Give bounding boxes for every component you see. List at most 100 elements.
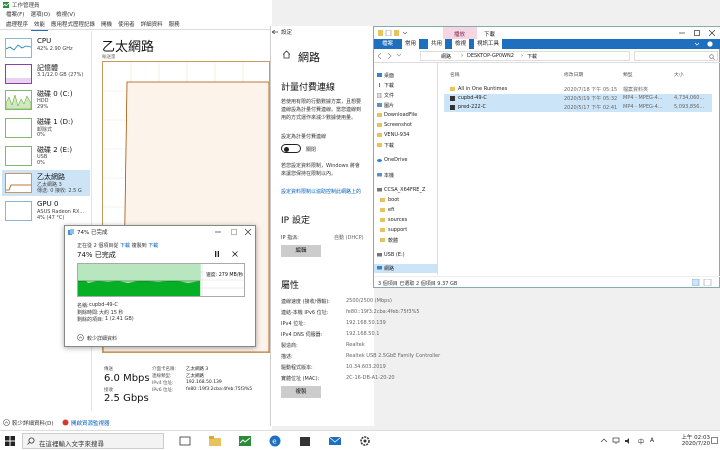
maximize-icon[interactable] — [694, 30, 700, 36]
settings-gear-icon[interactable] — [358, 434, 372, 448]
data-limit-link[interactable]: 設定資料限制以協助控制此網路上的 — [281, 188, 361, 195]
copy-properties-button[interactable]: 複製 — [281, 386, 321, 398]
metered-toggle[interactable] — [281, 144, 301, 153]
tab-users[interactable]: 使用者 — [115, 20, 138, 30]
ribbon-tab-video-tools[interactable]: 視訊工具 — [474, 39, 503, 49]
nav-item-sources[interactable]: sources — [388, 217, 407, 223]
nav-item-support[interactable]: support — [388, 227, 407, 233]
search-box[interactable] — [634, 51, 718, 61]
file-row[interactable]: All in One Runtimes 2020/7/18 下午 05:15 檔… — [444, 85, 712, 94]
nav-item-software[interactable]: 軟體 — [388, 237, 398, 244]
network-tray-icon[interactable] — [612, 437, 620, 445]
pause-icon[interactable] — [213, 250, 221, 258]
home-icon[interactable] — [282, 50, 291, 59]
breadcrumb-computer[interactable]: DESKTOP-GP0WN2 — [467, 53, 514, 59]
ribbon-tab-home[interactable]: 常用 — [402, 39, 420, 49]
file-size: 5,093,856... — [674, 104, 705, 110]
chevron-down-icon[interactable] — [694, 41, 700, 47]
edit-ip-button[interactable]: 編輯 — [281, 245, 321, 257]
nav-item-network[interactable]: 網路 — [384, 265, 394, 272]
edge-browser-icon[interactable]: e — [268, 434, 282, 448]
task-manager-taskbar-icon[interactable] — [238, 434, 252, 448]
menu-options[interactable]: 選項(O) — [27, 10, 53, 20]
onedrive-icon — [377, 159, 382, 162]
windows-start-icon[interactable] — [5, 436, 15, 446]
column-size[interactable]: 大小 — [674, 71, 684, 78]
taskbar-search[interactable]: 在這裡輸入文字來搜尋 — [22, 433, 164, 449]
minimize-icon[interactable] — [679, 30, 685, 36]
menu-file[interactable]: 檔案(F) — [3, 10, 27, 20]
destination-folder-link[interactable]: 下載 — [148, 243, 158, 249]
less-details-button[interactable]: 較少詳細資料 — [87, 335, 117, 342]
nav-item-pictures[interactable]: 圖片 — [384, 102, 394, 109]
detail-key: IPv4 位址: — [152, 381, 174, 386]
breadcrumb-downloads[interactable]: 下載 — [527, 53, 537, 60]
sidebar-item-gpu[interactable]: GPU 0 ASUS Radeon RX... 4% (47 °C) — [2, 198, 90, 224]
tab-app-history[interactable]: 應用程式歷程記錄 — [48, 20, 98, 30]
prop-value: 10.34.603.2019 — [346, 364, 386, 370]
task-view-icon[interactable] — [178, 434, 192, 448]
tab-processes[interactable]: 處理程序 — [3, 20, 31, 30]
less-details-link[interactable]: 較少詳細資料(D) — [12, 419, 54, 427]
language-indicator[interactable]: A — [650, 437, 654, 444]
volume-icon[interactable] — [624, 437, 632, 445]
nav-item-documents[interactable]: 文件 — [384, 92, 394, 99]
column-type[interactable]: 類型 — [623, 71, 633, 78]
nav-item-usb[interactable]: USB (E:) — [384, 252, 405, 258]
breadcrumb[interactable]: 網路 › DESKTOP-GP0WN2 › 下載 — [420, 51, 630, 61]
play-tab[interactable]: 播放 — [454, 30, 465, 38]
tab-startup[interactable]: 開機 — [98, 20, 115, 30]
tab-details[interactable]: 詳細資料 — [138, 20, 166, 30]
open-resource-monitor-link[interactable]: 開啟資源監視器 — [71, 419, 110, 427]
ribbon-tab-share[interactable]: 共用 — [428, 39, 446, 49]
chevron-up-icon[interactable] — [77, 334, 84, 341]
view-toggle-icon[interactable] — [692, 279, 716, 286]
nav-item-onedrive[interactable]: OneDrive — [384, 157, 408, 163]
sidebar-item-disk-2[interactable]: 磁碟 2 (E:) USB 0% — [2, 143, 90, 169]
column-date[interactable]: 修改日期 — [564, 71, 583, 78]
file-explorer-window: 播放 下載 檔案 常用 共用 檢視 視訊工具 網路 › DESKTOP-GP0W… — [373, 26, 720, 288]
close-icon[interactable] — [709, 30, 715, 36]
nav-item-venu[interactable]: VENU-934 — [384, 132, 409, 138]
store-icon[interactable] — [298, 434, 312, 448]
nav-item-boot[interactable]: boot — [388, 197, 399, 203]
help-icon[interactable] — [707, 41, 713, 47]
close-icon[interactable] — [245, 229, 251, 235]
mail-icon[interactable] — [328, 434, 342, 448]
nav-item-ccsa[interactable]: CCSA_X64FRE_Z — [384, 187, 425, 193]
minimize-icon[interactable] — [215, 229, 221, 235]
breadcrumb-network[interactable]: 網路 — [441, 53, 451, 60]
sidebar-item-cpu[interactable]: CPU 42% 2.90 GHz — [2, 35, 90, 61]
sidebar-item-disk-1[interactable]: 磁碟 1 (D:) 卸除式 0% — [2, 115, 90, 141]
nav-item-efi[interactable]: efi — [388, 207, 394, 213]
source-folder-link[interactable]: 下載 — [120, 243, 130, 249]
file-explorer-taskbar-icon[interactable] — [208, 434, 222, 448]
search-icon — [709, 54, 715, 60]
file-row[interactable]: cupbd-49-C 2020/5/19 下午 05:32 MP4 - MPEG… — [444, 94, 712, 103]
column-name[interactable]: 名稱 — [450, 71, 460, 78]
nav-item-downloads[interactable]: 下載 — [384, 82, 394, 89]
nav-item-downloadfile[interactable]: DownloadFile — [384, 112, 417, 118]
notification-icon[interactable] — [711, 437, 718, 445]
chevron-up-icon[interactable] — [600, 437, 608, 445]
navigation-arrows-icon[interactable] — [378, 53, 404, 59]
tab-services[interactable]: 服務 — [166, 20, 183, 30]
system-clock[interactable]: 上午 02:03 2020/7/20 — [666, 433, 710, 447]
menu-view[interactable]: 檢視(V) — [53, 10, 78, 20]
nav-item-screenshot[interactable]: Screenshot — [384, 122, 412, 128]
sidebar-item-ethernet[interactable]: 乙太網路 乙太網路 3 傳送: 0 接收: 2.5 G — [2, 170, 90, 196]
back-arrow-icon[interactable] — [272, 30, 278, 34]
tab-performance[interactable]: 效能 — [31, 20, 49, 31]
file-row[interactable]: pred-222-C 2020/5/17 下午 02:41 MP4 - MPEG… — [444, 103, 712, 112]
ime-indicator[interactable]: 中 — [638, 437, 644, 446]
nav-item-desktop[interactable]: 桌面 — [384, 72, 394, 79]
cancel-icon[interactable] — [231, 250, 239, 258]
sidebar-item-memory[interactable]: 記憶體 3.1/12.0 GB (27%) — [2, 61, 90, 87]
ribbon-tab-view[interactable]: 檢視 — [452, 39, 470, 49]
nav-item-downloads-2[interactable]: 下載 — [384, 142, 394, 149]
sidebar-item-disk-0[interactable]: 磁碟 0 (C:) HDD 29% — [2, 87, 90, 113]
quick-access-toolbar-icon[interactable] — [378, 30, 408, 36]
nav-item-this-pc[interactable]: 本機 — [384, 172, 394, 179]
ribbon-tab-file[interactable]: 檔案 — [382, 39, 393, 49]
maximize-icon[interactable] — [231, 229, 237, 235]
